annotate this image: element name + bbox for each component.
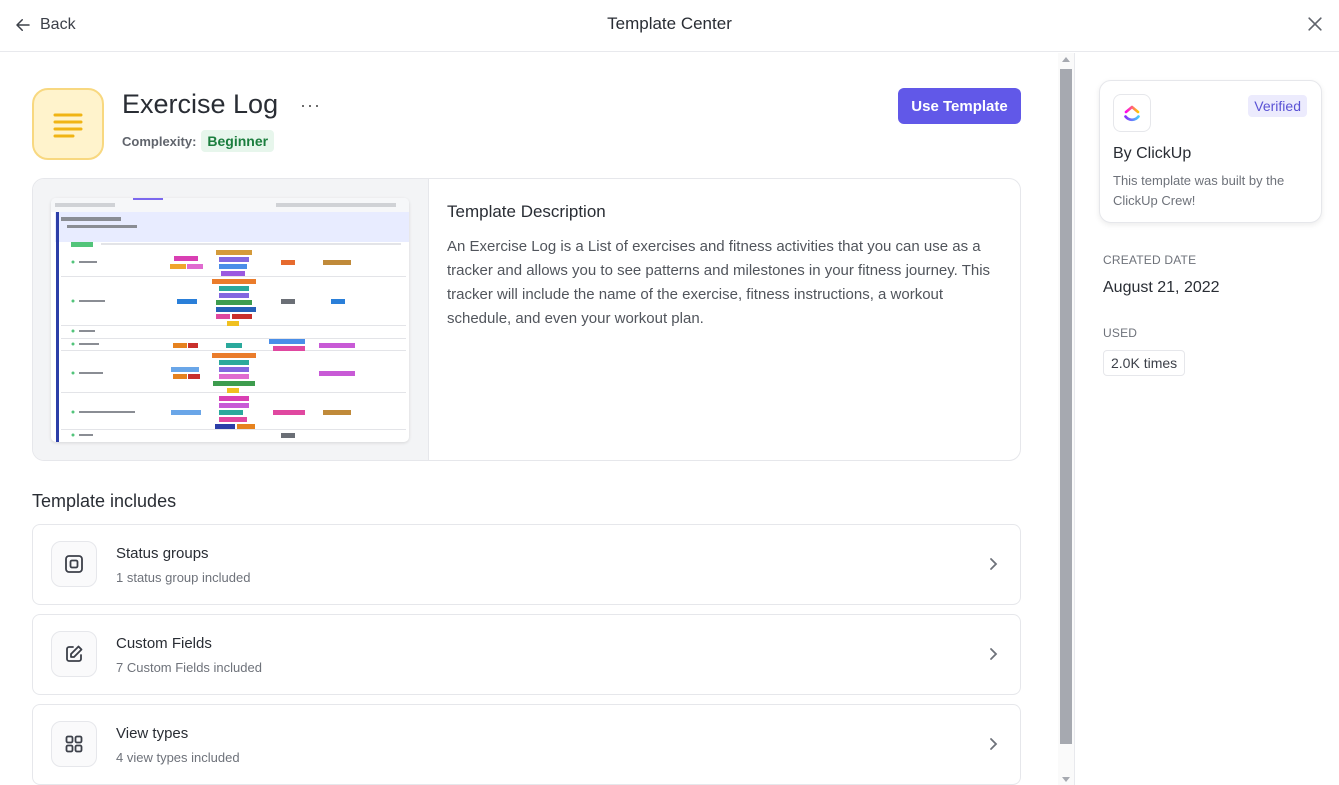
chevron-right-icon <box>990 648 998 660</box>
status-groups-icon-box <box>51 541 97 587</box>
include-title: Status groups <box>116 545 209 562</box>
include-title: View types <box>116 725 189 742</box>
square-target-icon <box>65 555 83 573</box>
include-title: Custom Fields <box>116 635 212 652</box>
include-subtitle: 1 status group included <box>116 570 251 585</box>
author-description: This template was built by the ClickUp C… <box>1113 173 1285 208</box>
list-lines-icon <box>53 113 83 138</box>
description-title: Template Description <box>447 202 606 221</box>
include-subtitle: 7 Custom Fields included <box>116 660 262 675</box>
used-label: USED <box>1103 326 1138 340</box>
scroll-down-arrow[interactable] <box>1062 777 1070 782</box>
scrollbar-thumb[interactable] <box>1060 69 1072 744</box>
clickup-logo <box>1113 94 1151 132</box>
chevron-right-icon <box>990 558 998 570</box>
template-preview-image[interactable] <box>51 198 409 442</box>
page-title: Template Center <box>607 14 732 33</box>
includes-title: Template includes <box>32 491 177 511</box>
complexity-badge: Beginner <box>201 130 275 152</box>
main-scrollbar[interactable] <box>1058 53 1074 785</box>
author-name: By ClickUp <box>1113 145 1192 162</box>
template-icon <box>32 88 104 160</box>
use-template-button[interactable]: Use Template <box>898 88 1021 124</box>
top-bar: Back Template Center <box>0 0 1339 52</box>
template-description-card: Template Description An Exercise Log is … <box>32 178 1021 461</box>
verified-badge: Verified <box>1248 95 1307 117</box>
complexity-label: Complexity: <box>122 133 197 149</box>
include-view-types[interactable]: View types 4 view types included <box>32 704 1021 785</box>
used-count-badge: 2.0K times <box>1103 350 1186 376</box>
close-icon[interactable] <box>1305 14 1325 34</box>
grid-icon <box>65 735 83 753</box>
include-custom-fields[interactable]: Custom Fields 7 Custom Fields included <box>32 614 1021 695</box>
preview-thumbnail <box>51 198 409 442</box>
include-status-groups[interactable]: Status groups 1 status group included <box>32 524 1021 605</box>
more-options-button[interactable]: ··· <box>300 95 321 116</box>
complexity: Complexity: Beginner <box>122 130 275 152</box>
include-subtitle: 4 view types included <box>116 750 240 765</box>
created-date-value: August 21, 2022 <box>1103 279 1220 296</box>
description-text: An Exercise Log is a List of exercises a… <box>447 238 991 327</box>
created-date-label: CREATED DATE <box>1103 253 1197 267</box>
scroll-up-arrow[interactable] <box>1062 57 1070 62</box>
template-name: Exercise Log <box>122 89 279 119</box>
edit-square-icon <box>66 645 83 662</box>
view-types-icon-box <box>51 721 97 767</box>
custom-fields-icon-box <box>51 631 97 677</box>
clickup-logo-icon <box>1124 105 1140 122</box>
preview-pane <box>33 179 429 460</box>
chevron-right-icon <box>990 738 998 750</box>
template-sidebar: Verified By ClickUp This template was bu… <box>1074 53 1339 785</box>
author-card: Verified By ClickUp This template was bu… <box>1099 80 1322 223</box>
main-content: Exercise Log ··· Complexity: Beginner Us… <box>0 53 1060 785</box>
